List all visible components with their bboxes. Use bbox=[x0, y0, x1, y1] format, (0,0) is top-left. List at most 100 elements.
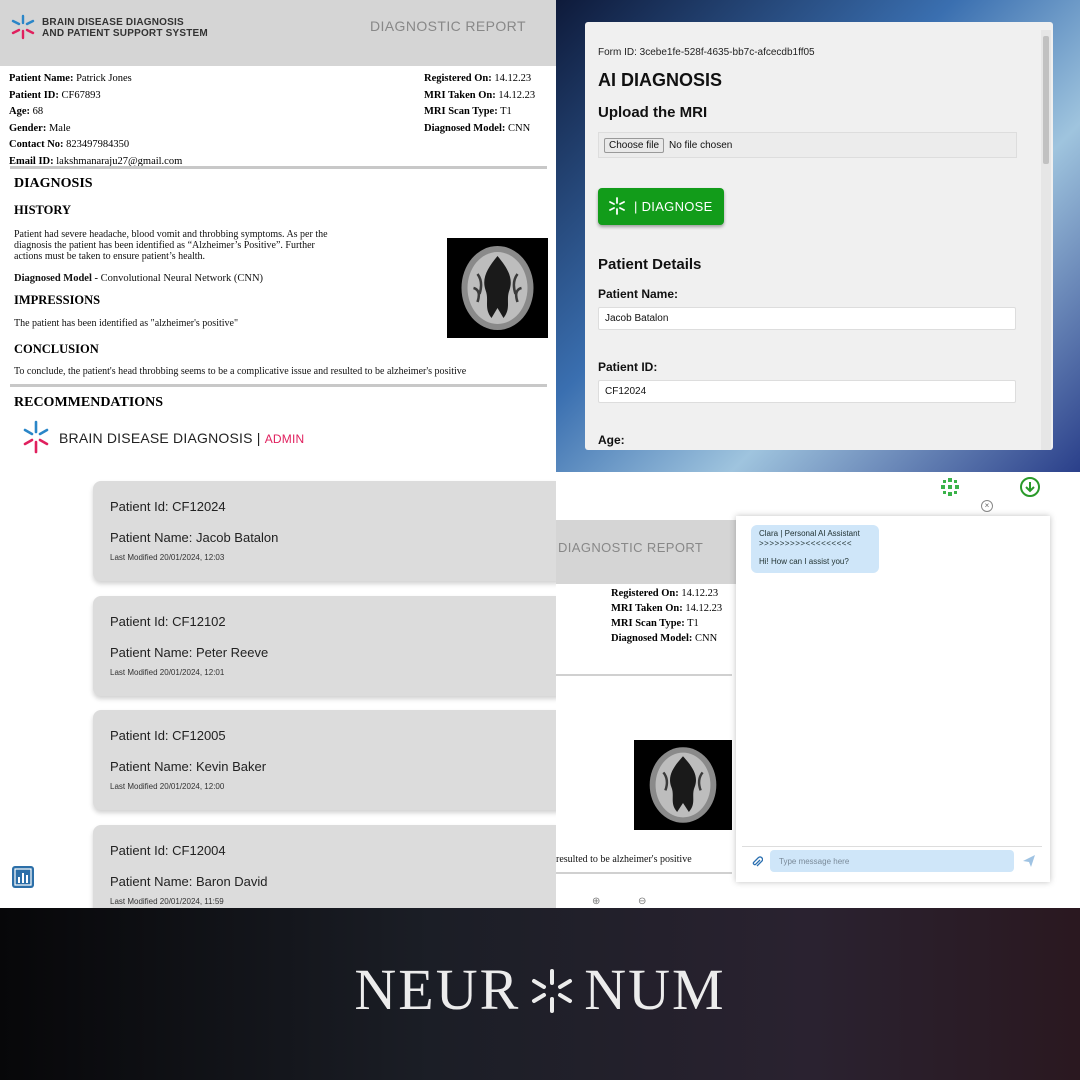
diagnosed-model-label: Diagnosed Model - bbox=[14, 273, 98, 284]
patient-card-modified: Last Modified 20/01/2024, 12:03 bbox=[110, 553, 225, 562]
brand-star-icon bbox=[532, 969, 573, 1013]
download-icon[interactable] bbox=[1020, 477, 1040, 497]
ai-diagnosis-title: AI DIAGNOSIS bbox=[598, 70, 723, 90]
scrollbar[interactable] bbox=[1041, 30, 1051, 450]
patient-card-name: Patient Name: Kevin Baker bbox=[110, 759, 267, 774]
registered-value: 14.12.23 bbox=[494, 73, 532, 84]
patient-name-value: Patrick Jones bbox=[76, 73, 132, 84]
system-name-line2: AND PATIENT SUPPORT SYSTEM bbox=[42, 28, 208, 39]
patient-card[interactable]: Patient Id: CF12005 Patient Name: Kevin … bbox=[93, 710, 556, 810]
scan-type-value: T1 bbox=[500, 106, 512, 117]
assistant-name: Clara | Personal AI Assistant bbox=[759, 529, 860, 538]
assistant-message: Clara | Personal AI Assistant >>>>>>>>><… bbox=[751, 525, 879, 573]
scan-info: Registered On: 14.12.23 MRI Taken On: 14… bbox=[611, 586, 722, 646]
logo-icon bbox=[11, 14, 35, 40]
history-line: diagnosis the patient has been identifie… bbox=[14, 240, 315, 251]
choose-file-button[interactable]: Choose file bbox=[604, 138, 665, 153]
history-line: actions must be taken to ensure patient’… bbox=[14, 251, 206, 262]
conclusion-heading: CONCLUSION bbox=[14, 342, 99, 356]
diagnostic-report-panel: BRAIN DISEASE DIAGNOSIS AND PATIENT SUPP… bbox=[0, 0, 556, 406]
patient-card-name: Patient Name: Baron David bbox=[110, 874, 268, 889]
brand-wordmark: NEUR NUM bbox=[0, 956, 1080, 1023]
mri-scan-image bbox=[634, 740, 732, 830]
logo-icon bbox=[609, 197, 625, 215]
impressions-text: The patient has been identified as "alzh… bbox=[14, 318, 239, 329]
attach-icon[interactable] bbox=[751, 855, 764, 869]
patient-card-id: Patient Id: CF12024 bbox=[110, 499, 226, 514]
diagnose-button[interactable]: | DIAGNOSE bbox=[598, 188, 724, 225]
gender-value: Male bbox=[48, 122, 71, 134]
patient-card-modified: Last Modified 20/01/2024, 11:59 bbox=[110, 897, 224, 906]
patient-name-label: Patient Name: bbox=[9, 73, 74, 84]
history-line: Patient had severe headache, blood vomit… bbox=[14, 229, 328, 240]
diagnosed-model-line: Diagnosed Model - Convolutional Neural N… bbox=[14, 273, 263, 284]
registered-value: 14.12.23 bbox=[681, 588, 719, 599]
message-input[interactable]: Type message here bbox=[770, 850, 1014, 872]
divider bbox=[556, 674, 732, 676]
brand-text-left: NEUR bbox=[354, 957, 521, 1022]
stats-icon[interactable] bbox=[12, 866, 34, 888]
age-label: Age: bbox=[9, 106, 30, 117]
patient-card[interactable]: Patient Id: CF12102 Patient Name: Peter … bbox=[93, 596, 556, 696]
brand-text-right: NUM bbox=[584, 957, 726, 1022]
gender-label: Gender: bbox=[9, 122, 47, 134]
model-label: Diagnosed Model: bbox=[611, 633, 693, 644]
assistant-greeting: Hi! How can I assist you? bbox=[759, 557, 849, 566]
scrollbar-thumb[interactable] bbox=[1043, 36, 1049, 164]
recommendations-heading: RECOMMENDATIONS bbox=[14, 395, 164, 406]
close-icon[interactable]: × bbox=[981, 500, 993, 512]
scan-type-label: MRI Scan Type: bbox=[611, 618, 685, 629]
patient-id-field[interactable]: CF12024 bbox=[598, 380, 1016, 403]
patient-id-value: CF67893 bbox=[61, 89, 101, 101]
contact-label: Contact No: bbox=[9, 139, 64, 150]
scan-info: Registered On: 14.12.23 MRI Taken On: 14… bbox=[424, 71, 535, 137]
model-value: CNN bbox=[695, 633, 718, 644]
patient-card[interactable]: Patient Id: CF12004 Patient Name: Baron … bbox=[93, 825, 556, 908]
history-heading: HISTORY bbox=[14, 203, 71, 217]
diagnosis-heading: DIAGNOSIS bbox=[14, 176, 93, 191]
age-label: Age: bbox=[598, 433, 625, 447]
email-label: Email ID: bbox=[9, 155, 54, 167]
report-title: DIAGNOSTIC REPORT bbox=[370, 18, 526, 34]
mri-scan-image bbox=[447, 238, 548, 338]
age-value: 68 bbox=[32, 106, 44, 117]
patient-card-modified: Last Modified 20/01/2024, 12:00 bbox=[110, 782, 225, 791]
brand-banner: NEUR NUM bbox=[0, 908, 1080, 1080]
form-id: Form ID: 3cebe1fe-528f-4635-bb7c-afcecdb… bbox=[598, 47, 815, 58]
patient-id-label: Patient ID: bbox=[598, 360, 658, 374]
file-status: No file chosen bbox=[669, 140, 733, 151]
system-name: BRAIN DISEASE DIAGNOSIS AND PATIENT SUPP… bbox=[42, 17, 208, 39]
contact-value: 823497984350 bbox=[66, 139, 130, 150]
model-label: Diagnosed Model: bbox=[424, 122, 506, 134]
admin-app-name: BRAIN DISEASE DIAGNOSIS bbox=[59, 430, 253, 446]
patient-name-field[interactable]: Jacob Batalon bbox=[598, 307, 1016, 330]
mri-taken-value: 14.12.23 bbox=[685, 603, 723, 614]
registered-label: Registered On: bbox=[611, 588, 679, 599]
ai-diagnosis-panel: Form ID: 3cebe1fe-528f-4635-bb7c-afcecdb… bbox=[556, 0, 1080, 472]
admin-panel: BRAIN DISEASE DIAGNOSIS | ADMIN Patient … bbox=[0, 406, 556, 908]
ai-diagnosis-form: Form ID: 3cebe1fe-528f-4635-bb7c-afcecdb… bbox=[585, 22, 1053, 450]
chat-window: Clara | Personal AI Assistant >>>>>>>>><… bbox=[736, 516, 1050, 882]
patient-name-label: Patient Name: bbox=[598, 287, 679, 301]
divider bbox=[742, 846, 1042, 847]
send-icon[interactable] bbox=[1022, 854, 1036, 868]
email-value: lakshmanaraju27@gmail.com bbox=[56, 155, 183, 167]
conclusion-text: resulted to be alzheimer's positive bbox=[556, 854, 692, 865]
zoom-out-icon[interactable]: ⊖ bbox=[638, 896, 646, 907]
mri-file-input[interactable]: Choose file No file chosen bbox=[598, 132, 1017, 158]
admin-role: ADMIN bbox=[264, 432, 305, 446]
upload-heading: Upload the MRI bbox=[598, 104, 708, 121]
grid-icon[interactable] bbox=[941, 478, 959, 496]
zoom-in-icon[interactable]: ⊕ bbox=[592, 896, 600, 907]
diagnose-button-label: | DIAGNOSE bbox=[634, 199, 713, 214]
divider bbox=[10, 384, 547, 387]
conclusion-text: To conclude, the patient's head throbbin… bbox=[14, 366, 467, 377]
mri-taken-label: MRI Taken On: bbox=[611, 603, 683, 614]
report-title: DIAGNOSTIC REPORT bbox=[558, 540, 704, 555]
patient-id-label: Patient ID: bbox=[9, 89, 59, 101]
patient-card[interactable]: Patient Id: CF12024 Patient Name: Jacob … bbox=[93, 481, 556, 581]
divider bbox=[10, 166, 547, 169]
patient-details-heading: Patient Details bbox=[598, 256, 702, 273]
scan-type-label: MRI Scan Type: bbox=[424, 106, 498, 117]
patient-card-modified: Last Modified 20/01/2024, 12:01 bbox=[110, 668, 225, 677]
